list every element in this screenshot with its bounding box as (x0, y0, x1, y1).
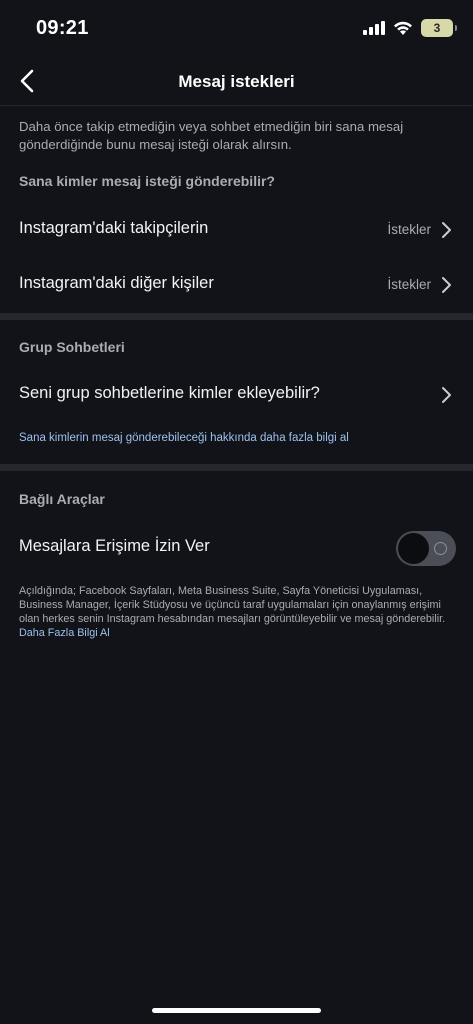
learn-more-link[interactable]: Sana kimlerin mesaj gönderebileceği hakk… (19, 432, 349, 444)
section-divider (0, 313, 473, 320)
footnote-text: Açıldığında; Facebook Sayfaları, Meta Bu… (19, 585, 446, 625)
requests-description: Daha önce takip etmediğin veya sohbet et… (19, 119, 404, 152)
battery-icon: 3 (421, 19, 457, 37)
footnote-learn-more-link[interactable]: Daha Fazla Bilgi Al (19, 627, 110, 639)
signal-icon (363, 21, 385, 35)
row-label: Instagram'daki takipçilerin (19, 219, 209, 237)
status-time: 09:21 (36, 17, 89, 39)
message-access-footnote: Açıldığında; Facebook Sayfaları, Meta Bu… (19, 584, 459, 640)
row-value: İstekler (387, 222, 431, 237)
status-icons: 3 (363, 18, 457, 38)
chevron-right-icon (442, 277, 451, 293)
chevron-right-icon (442, 387, 451, 403)
row-label: Mesajlara Erişime İzin Ver (19, 537, 210, 555)
connected-tools-heading: Bağlı Araçlar (19, 491, 105, 507)
others-requests-row[interactable]: Instagram'daki diğer kişiler İstekler (0, 259, 473, 311)
toggle-off-icon (434, 542, 447, 555)
header: Mesaj istekleri (0, 56, 473, 106)
status-bar: 09:21 3 (0, 0, 473, 56)
section-divider (0, 464, 473, 471)
followers-requests-row[interactable]: Instagram'daki takipçilerin İstekler (0, 204, 473, 256)
group-chats-heading: Grup Sohbetleri (19, 339, 125, 355)
row-label: Seni grup sohbetlerine kimler ekleyebili… (19, 384, 320, 402)
page-title: Mesaj istekleri (178, 72, 295, 91)
requests-heading: Sana kimler mesaj isteği gönderebilir? (19, 173, 275, 189)
chevron-right-icon (442, 222, 451, 238)
toggle-knob (398, 533, 429, 564)
home-indicator[interactable] (152, 1008, 321, 1013)
group-add-permission-row[interactable]: Seni grup sohbetlerine kimler ekleyebili… (0, 369, 473, 421)
row-value: İstekler (387, 277, 431, 292)
row-label: Instagram'daki diğer kişiler (19, 274, 214, 292)
battery-level: 3 (433, 21, 441, 35)
allow-message-access-toggle[interactable] (396, 531, 456, 566)
wifi-icon (394, 21, 412, 35)
